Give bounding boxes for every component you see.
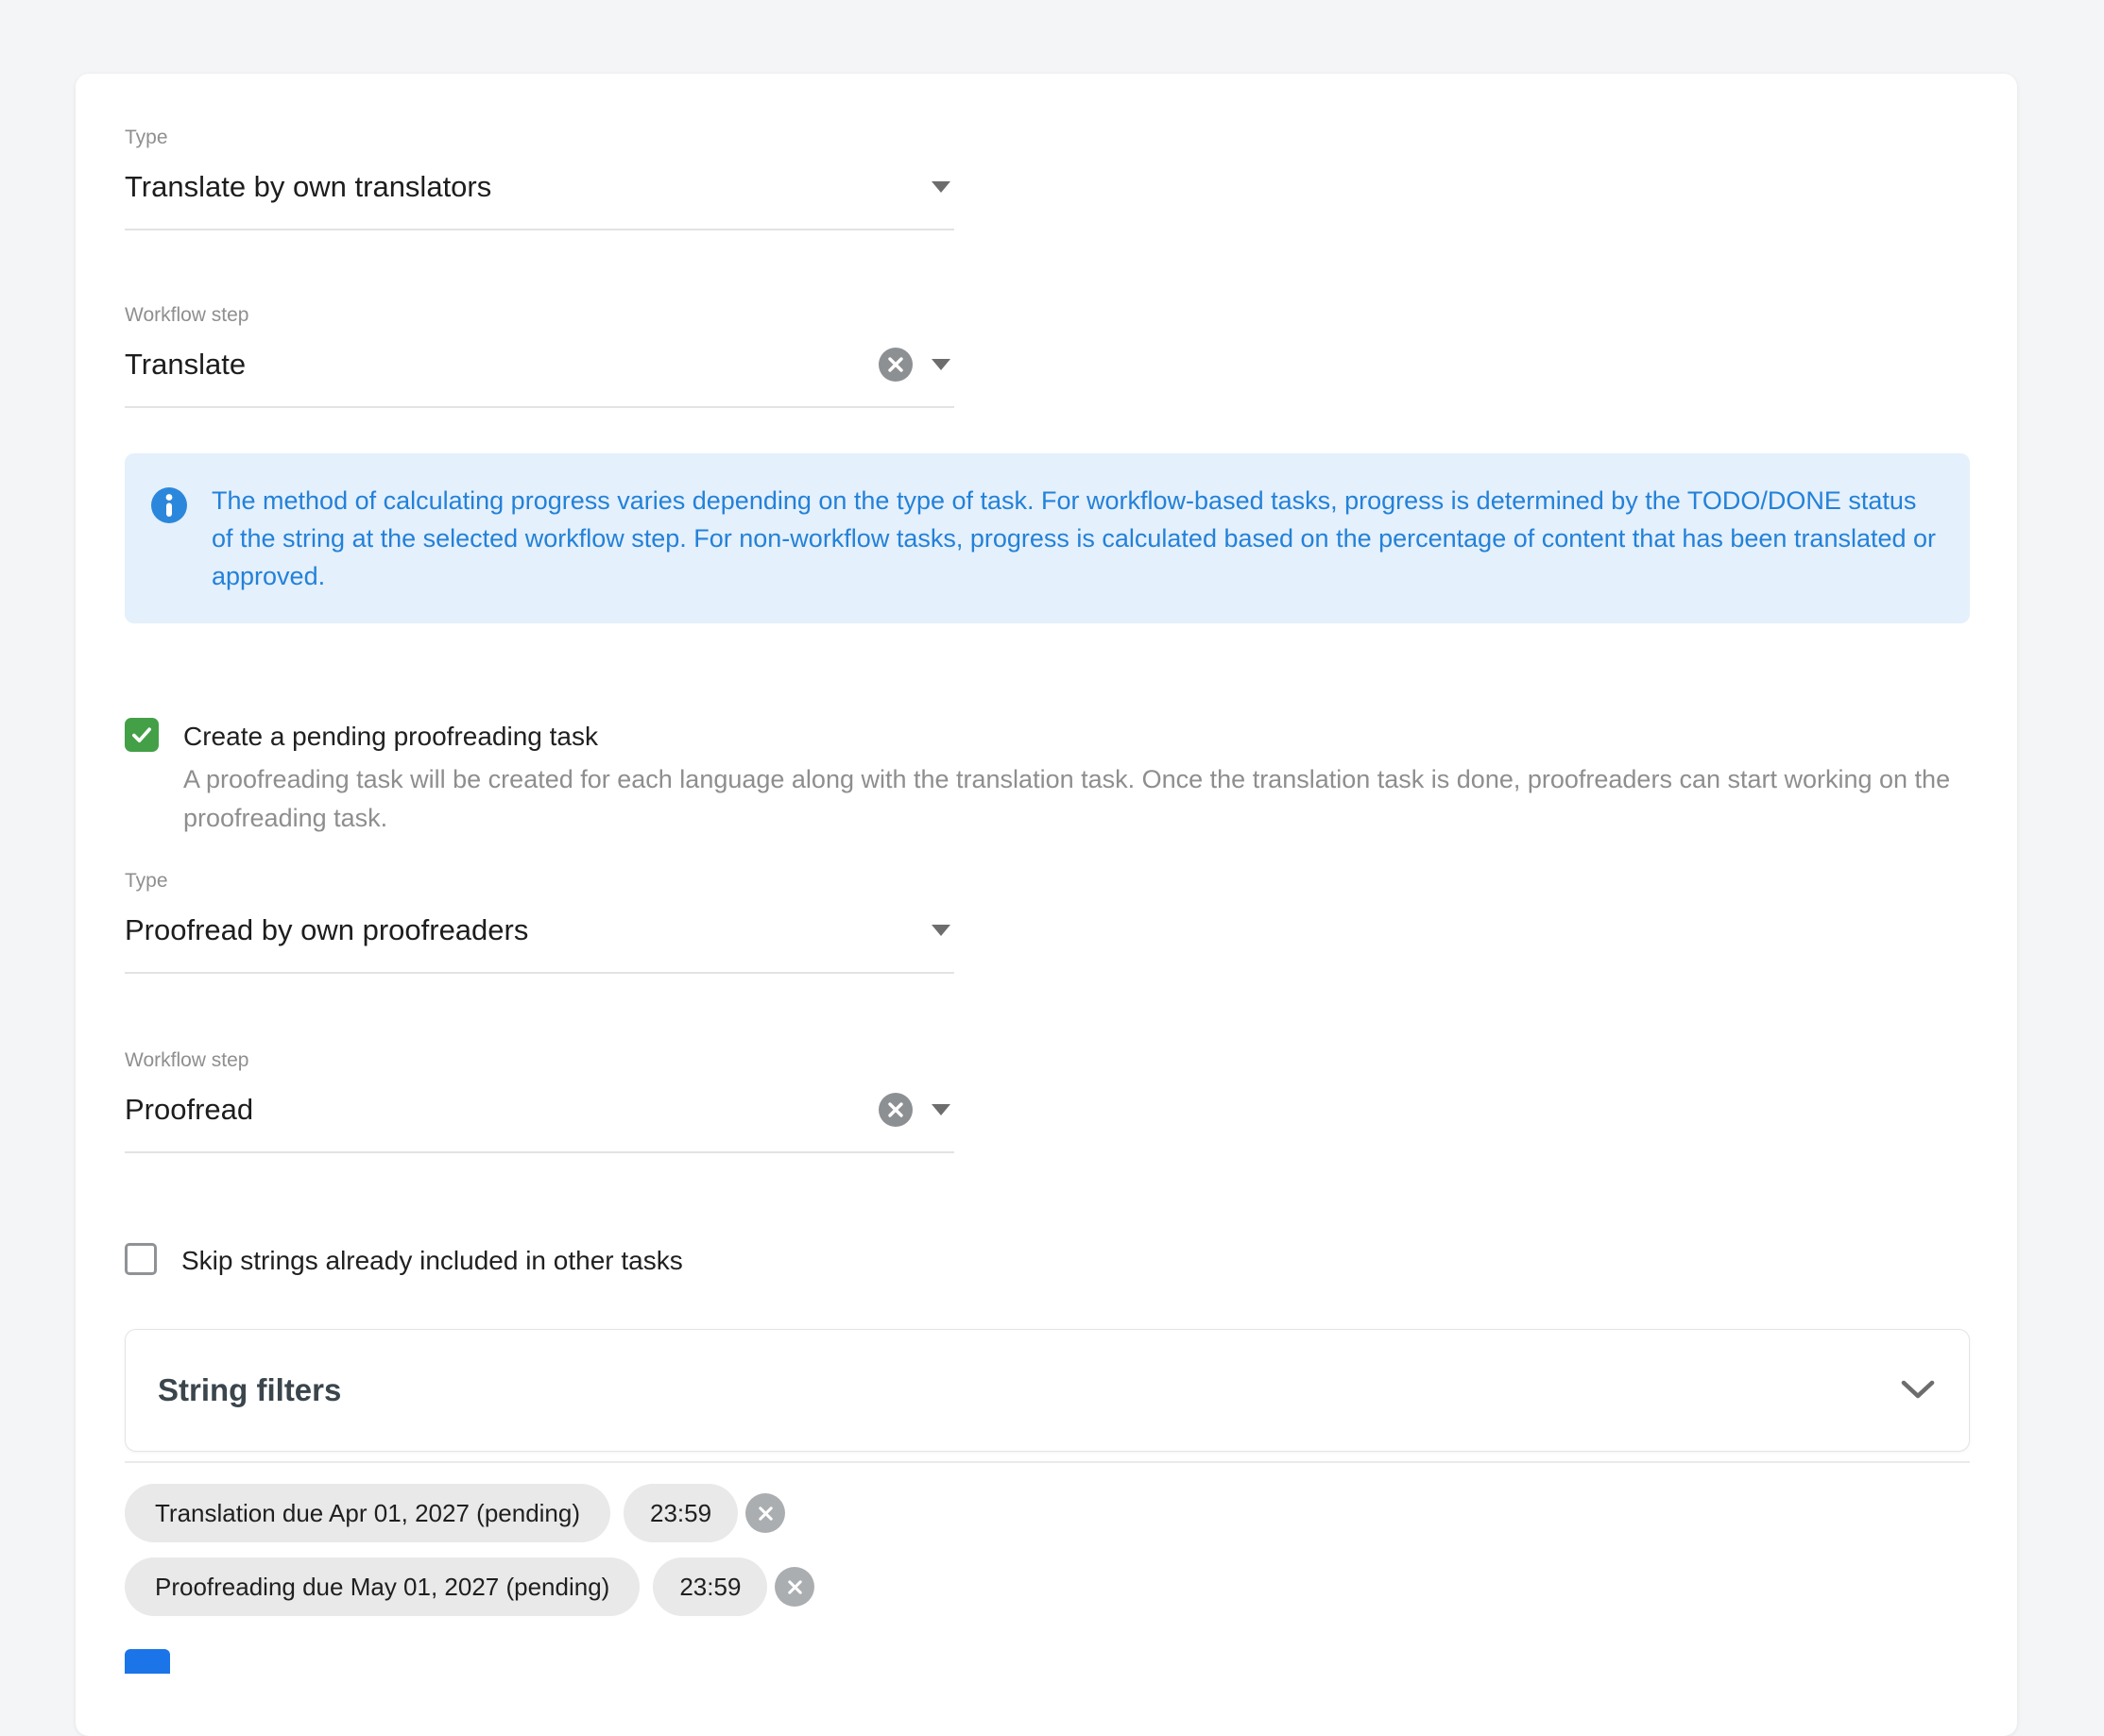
translation-workflow-label: Workflow step [125, 304, 954, 327]
dropdown-caret-icon [932, 1104, 950, 1115]
clear-workflow-button[interactable] [879, 1093, 913, 1127]
remove-circle-x-icon [757, 1505, 775, 1523]
info-icon [151, 487, 187, 523]
translation-workflow-field: Workflow step Translate [125, 304, 954, 408]
remove-deadline-button[interactable] [745, 1493, 785, 1533]
proofreading-deadline-time-chip[interactable]: 23:59 [653, 1557, 767, 1616]
proofreading-type-field: Type Proofread by own proofreaders [125, 870, 954, 974]
remove-deadline-button[interactable] [775, 1567, 814, 1607]
primary-action-button-partial[interactable] [125, 1649, 170, 1674]
proofreading-type-select[interactable]: Proofread by own proofreaders [125, 904, 954, 974]
translation-deadline-row: Translation due Apr 01, 2027 (pending) 2… [125, 1484, 1970, 1542]
translation-workflow-value: Translate [125, 346, 879, 383]
proofreading-workflow-label: Workflow step [125, 1049, 954, 1072]
unchecked-checkbox[interactable] [125, 1243, 157, 1275]
translation-deadline-time-chip[interactable]: 23:59 [624, 1484, 738, 1542]
clear-circle-x-icon [886, 1100, 905, 1119]
dropdown-caret-icon [932, 359, 950, 370]
panel-divider [125, 1461, 1970, 1463]
translation-type-label: Type [125, 127, 954, 149]
remove-circle-x-icon [786, 1578, 804, 1596]
dropdown-caret-icon [932, 925, 950, 936]
checkmark-icon [129, 723, 154, 747]
proofreading-deadline-chip[interactable]: Proofreading due May 01, 2027 (pending) [125, 1557, 640, 1616]
clear-workflow-button[interactable] [879, 348, 913, 382]
chevron-down-icon [1901, 1380, 1935, 1401]
proofreading-type-label: Type [125, 870, 954, 893]
proofreading-workflow-select[interactable]: Proofread [125, 1083, 954, 1153]
create-proofreading-label: Create a pending proofreading task [183, 718, 598, 755]
progress-info-alert: The method of calculating progress varie… [125, 453, 1970, 623]
dropdown-caret-icon [932, 181, 950, 193]
progress-info-text: The method of calculating progress varie… [212, 482, 1941, 595]
skip-strings-label: Skip strings already included in other t… [181, 1242, 683, 1279]
translation-workflow-select[interactable]: Translate [125, 338, 954, 408]
create-proofreading-checkbox-row[interactable]: Create a pending proofreading task [125, 718, 1970, 755]
translation-type-select[interactable]: Translate by own translators [125, 161, 954, 230]
string-filters-title: String filters [158, 1372, 341, 1408]
checked-checkbox[interactable] [125, 718, 159, 752]
proofreading-checkbox-block: Create a pending proofreading task A pro… [125, 718, 1970, 838]
proofreading-description: A proofreading task will be created for … [183, 760, 1959, 838]
proofreading-workflow-field: Workflow step Proofread [125, 1049, 954, 1153]
clear-circle-x-icon [886, 355, 905, 374]
skip-strings-checkbox-row[interactable]: Skip strings already included in other t… [125, 1242, 1970, 1279]
translation-deadline-chip[interactable]: Translation due Apr 01, 2027 (pending) [125, 1484, 610, 1542]
proofreading-deadline-row: Proofreading due May 01, 2027 (pending) … [125, 1557, 1970, 1616]
task-form-card: Type Translate by own translators Workfl… [76, 74, 2017, 1736]
proofreading-type-value: Proofread by own proofreaders [125, 911, 932, 949]
proofreading-workflow-value: Proofread [125, 1091, 879, 1129]
translation-type-field: Type Translate by own translators [125, 127, 954, 230]
translation-type-value: Translate by own translators [125, 168, 932, 206]
string-filters-panel[interactable]: String filters [125, 1329, 1970, 1452]
